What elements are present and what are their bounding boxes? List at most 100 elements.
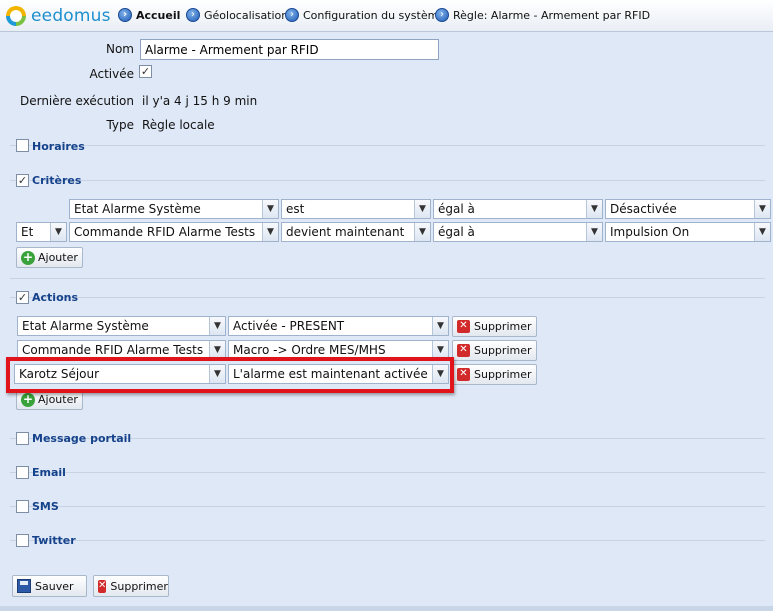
- twitter-checkbox[interactable]: [16, 534, 29, 547]
- breadcrumb-label: Configuration du système: [303, 8, 446, 22]
- breadcrumb-label: Règle: Alarme - Armement par RFID: [453, 8, 651, 22]
- criteria-2-condition-select[interactable]: devient maintenant ▼: [281, 222, 431, 242]
- button-label: Supprimer: [474, 320, 532, 333]
- breadcrumb-label: Géolocalisation: [204, 8, 289, 22]
- section-divider: [10, 506, 765, 507]
- bottom-border: [0, 606, 773, 611]
- select-value: Macro -> Ordre MES/MHS: [233, 343, 386, 357]
- message-portail-checkbox[interactable]: [16, 432, 29, 445]
- select-value: Etat Alarme Système: [74, 202, 201, 216]
- plus-icon: +: [21, 249, 35, 265]
- type-label: Type: [106, 118, 134, 132]
- delete-x-icon: ✕: [457, 344, 470, 357]
- arrow-right-icon: ›: [285, 8, 299, 22]
- logo-ring-icon: [6, 6, 26, 26]
- criteria-add-button[interactable]: + Ajouter: [16, 247, 83, 268]
- action-2-delete-button[interactable]: ✕ Supprimer: [452, 340, 537, 361]
- select-value: Commande RFID Alarme Tests: [22, 343, 204, 357]
- action-1-device-select[interactable]: Etat Alarme Système ▼: [17, 316, 226, 336]
- type-value: Règle locale: [142, 118, 215, 132]
- sms-title: SMS: [32, 500, 59, 513]
- derniere-execution-value: il y'a 4 j 15 h 9 min: [142, 94, 258, 108]
- criteres-checkbox[interactable]: [16, 174, 29, 187]
- floppy-disk-icon: [17, 579, 31, 593]
- nom-label: Nom: [105, 42, 134, 56]
- dropdown-arrow-icon: ▼: [754, 200, 770, 218]
- select-value: Activée - PRESENT: [233, 319, 345, 333]
- horaires-title: Horaires: [32, 140, 85, 153]
- delete-x-icon: ✕: [457, 368, 470, 381]
- save-button[interactable]: Sauver: [12, 575, 87, 597]
- arrow-right-icon: ›: [186, 8, 200, 22]
- dropdown-arrow-icon: ▼: [414, 223, 430, 241]
- select-value: Et: [21, 225, 34, 239]
- eedomus-logo[interactable]: eedomus: [6, 4, 111, 28]
- delete-rule-button[interactable]: ✕ Supprimer: [93, 575, 169, 597]
- nom-input[interactable]: [140, 39, 439, 60]
- dropdown-arrow-icon: ▼: [50, 223, 66, 241]
- dropdown-arrow-icon: ▼: [209, 317, 225, 335]
- button-label: Ajouter: [38, 251, 78, 264]
- email-checkbox[interactable]: [16, 466, 29, 479]
- dropdown-arrow-icon: ▼: [586, 200, 602, 218]
- criteria-2-operator-select[interactable]: égal à ▼: [433, 222, 603, 242]
- plus-icon: +: [21, 391, 35, 407]
- select-value: Commande RFID Alarme Tests: [74, 225, 256, 239]
- criteria-2-device-select[interactable]: Commande RFID Alarme Tests ▼: [69, 222, 279, 242]
- select-value: Impulsion On: [610, 225, 690, 239]
- sms-checkbox[interactable]: [16, 500, 29, 513]
- section-divider: [10, 297, 765, 298]
- delete-x-icon: ✕: [457, 320, 470, 333]
- twitter-title: Twitter: [32, 534, 76, 547]
- button-label: Sauver: [35, 579, 74, 593]
- breadcrumb-accueil[interactable]: › Accueil: [118, 8, 180, 22]
- action-1-delete-button[interactable]: ✕ Supprimer: [452, 316, 537, 337]
- button-label: Ajouter: [38, 393, 78, 406]
- delete-x-icon: ✕: [98, 579, 107, 593]
- breadcrumb-label: Accueil: [136, 8, 181, 22]
- dropdown-arrow-icon: ▼: [586, 223, 602, 241]
- arrow-right-icon: ›: [118, 8, 132, 22]
- criteres-title: Critères: [32, 174, 82, 187]
- section-divider: [10, 278, 765, 279]
- dropdown-arrow-icon: ▼: [754, 223, 770, 241]
- action-3-delete-button[interactable]: ✕ Supprimer: [452, 364, 537, 385]
- dropdown-arrow-icon: ▼: [432, 317, 448, 335]
- select-value: égal à: [438, 202, 475, 216]
- action-1-value-select[interactable]: Activée - PRESENT ▼: [228, 316, 449, 336]
- activee-label: Activée: [89, 67, 134, 81]
- criteria-2-value-select[interactable]: Impulsion On ▼: [605, 222, 771, 242]
- top-navigation-bar: eedomus › Accueil › Géolocalisation › Co…: [0, 0, 773, 32]
- actions-title: Actions: [32, 291, 78, 304]
- criteria-1-device-select[interactable]: Etat Alarme Système ▼: [69, 199, 279, 219]
- breadcrumb-configuration[interactable]: › Configuration du système: [285, 8, 445, 22]
- criteria-2-connector-select[interactable]: Et ▼: [16, 222, 67, 242]
- dropdown-arrow-icon: ▼: [262, 200, 278, 218]
- criteria-1-condition-select[interactable]: est ▼: [281, 199, 431, 219]
- breadcrumb-geolocalisation[interactable]: › Géolocalisation: [186, 8, 288, 22]
- highlight-box: [6, 357, 454, 393]
- select-value: égal à: [438, 225, 475, 239]
- select-value: devient maintenant: [286, 225, 405, 239]
- criteria-1-operator-select[interactable]: égal à ▼: [433, 199, 603, 219]
- breadcrumb-regle[interactable]: › Règle: Alarme - Armement par RFID: [435, 8, 650, 22]
- section-divider: [10, 145, 765, 146]
- horaires-checkbox[interactable]: [16, 139, 29, 152]
- section-divider: [10, 180, 765, 181]
- section-divider: [10, 540, 765, 541]
- dropdown-arrow-icon: ▼: [414, 200, 430, 218]
- arrow-right-icon: ›: [435, 8, 449, 22]
- section-divider: [10, 472, 765, 473]
- button-label: Supprimer: [110, 579, 168, 593]
- button-label: Supprimer: [474, 344, 532, 357]
- logo-text: eedomus: [31, 6, 111, 26]
- derniere-execution-label: Dernière exécution: [19, 94, 134, 108]
- activee-checkbox[interactable]: [139, 65, 152, 78]
- message-portail-title: Message portail: [32, 432, 132, 445]
- button-label: Supprimer: [474, 368, 532, 381]
- actions-checkbox[interactable]: [16, 291, 29, 304]
- email-title: Email: [32, 466, 66, 479]
- select-value: Etat Alarme Système: [22, 319, 149, 333]
- select-value: est: [286, 202, 305, 216]
- criteria-1-value-select[interactable]: Désactivée ▼: [605, 199, 771, 219]
